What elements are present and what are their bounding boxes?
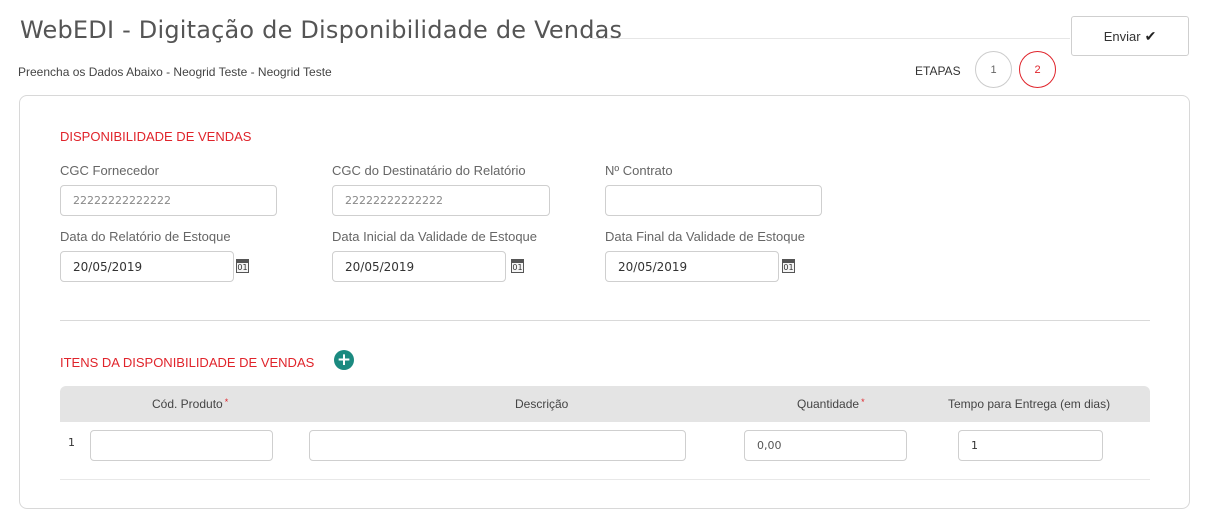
- steps-label: ETAPAS: [915, 64, 961, 78]
- calendar-icon[interactable]: 01: [782, 259, 795, 273]
- title-divider: [592, 38, 1070, 39]
- step-2-active[interactable]: 2: [1019, 51, 1056, 88]
- descricao-input[interactable]: [309, 430, 686, 461]
- col-tempo-entrega: Tempo para Entrega (em dias): [948, 397, 1111, 411]
- quantidade-input[interactable]: 0,00: [744, 430, 907, 461]
- cgc-destinatario-input[interactable]: 22222222222222: [332, 185, 550, 216]
- cod-produto-input[interactable]: [90, 430, 273, 461]
- data-relatorio-input[interactable]: 20/05/2019: [60, 251, 234, 282]
- step-1[interactable]: 1: [975, 51, 1012, 88]
- cgc-fornecedor-input[interactable]: 22222222222222: [60, 185, 277, 216]
- contrato-input[interactable]: [605, 185, 822, 216]
- items-table-header: Cód. Produto * Descrição Quantidade * Temp…: [60, 386, 1150, 422]
- tempo-entrega-input[interactable]: 1: [958, 430, 1103, 461]
- table-row-divider: [60, 479, 1150, 480]
- add-item-icon[interactable]: +: [334, 350, 354, 370]
- form-panel: DISPONIBILIDADE DE VENDAS CGC Fornecedor…: [19, 95, 1190, 509]
- send-button-label: Enviar: [1103, 28, 1141, 44]
- data-final-label: Data Final da Validade de Estoque: [605, 229, 805, 244]
- cgc-destinatario-label: CGC do Destinatário do Relatório: [332, 163, 526, 178]
- data-inicial-input[interactable]: 20/05/2019: [332, 251, 506, 282]
- section-divider: [60, 320, 1150, 321]
- col-cod-produto: Cód. Produto *: [152, 397, 229, 411]
- col-descricao: Descrição: [515, 397, 569, 411]
- check-icon: ✔: [1144, 27, 1157, 44]
- data-final-input[interactable]: 20/05/2019: [605, 251, 779, 282]
- data-relatorio-label: Data do Relatório de Estoque: [60, 229, 231, 244]
- page-subtitle: Preencha os Dados Abaixo - Neogrid Teste…: [18, 65, 332, 79]
- cgc-fornecedor-label: CGC Fornecedor: [60, 163, 159, 178]
- page-title: WebEDI - Digitação de Disponibilidade de…: [20, 16, 623, 44]
- col-quantidade: Quantidade *: [797, 397, 865, 411]
- items-section-title: ITENS DA DISPONIBILIDADE DE VENDAS: [60, 355, 315, 370]
- calendar-icon[interactable]: 01: [511, 259, 524, 273]
- sales-availability-section-title: DISPONIBILIDADE DE VENDAS: [60, 129, 252, 144]
- calendar-icon[interactable]: 01: [236, 259, 249, 273]
- send-button[interactable]: Enviar ✔: [1071, 16, 1189, 56]
- data-inicial-label: Data Inicial da Validade de Estoque: [332, 229, 538, 244]
- contrato-label: Nº Contrato: [605, 163, 673, 178]
- row-number: 1: [68, 436, 75, 449]
